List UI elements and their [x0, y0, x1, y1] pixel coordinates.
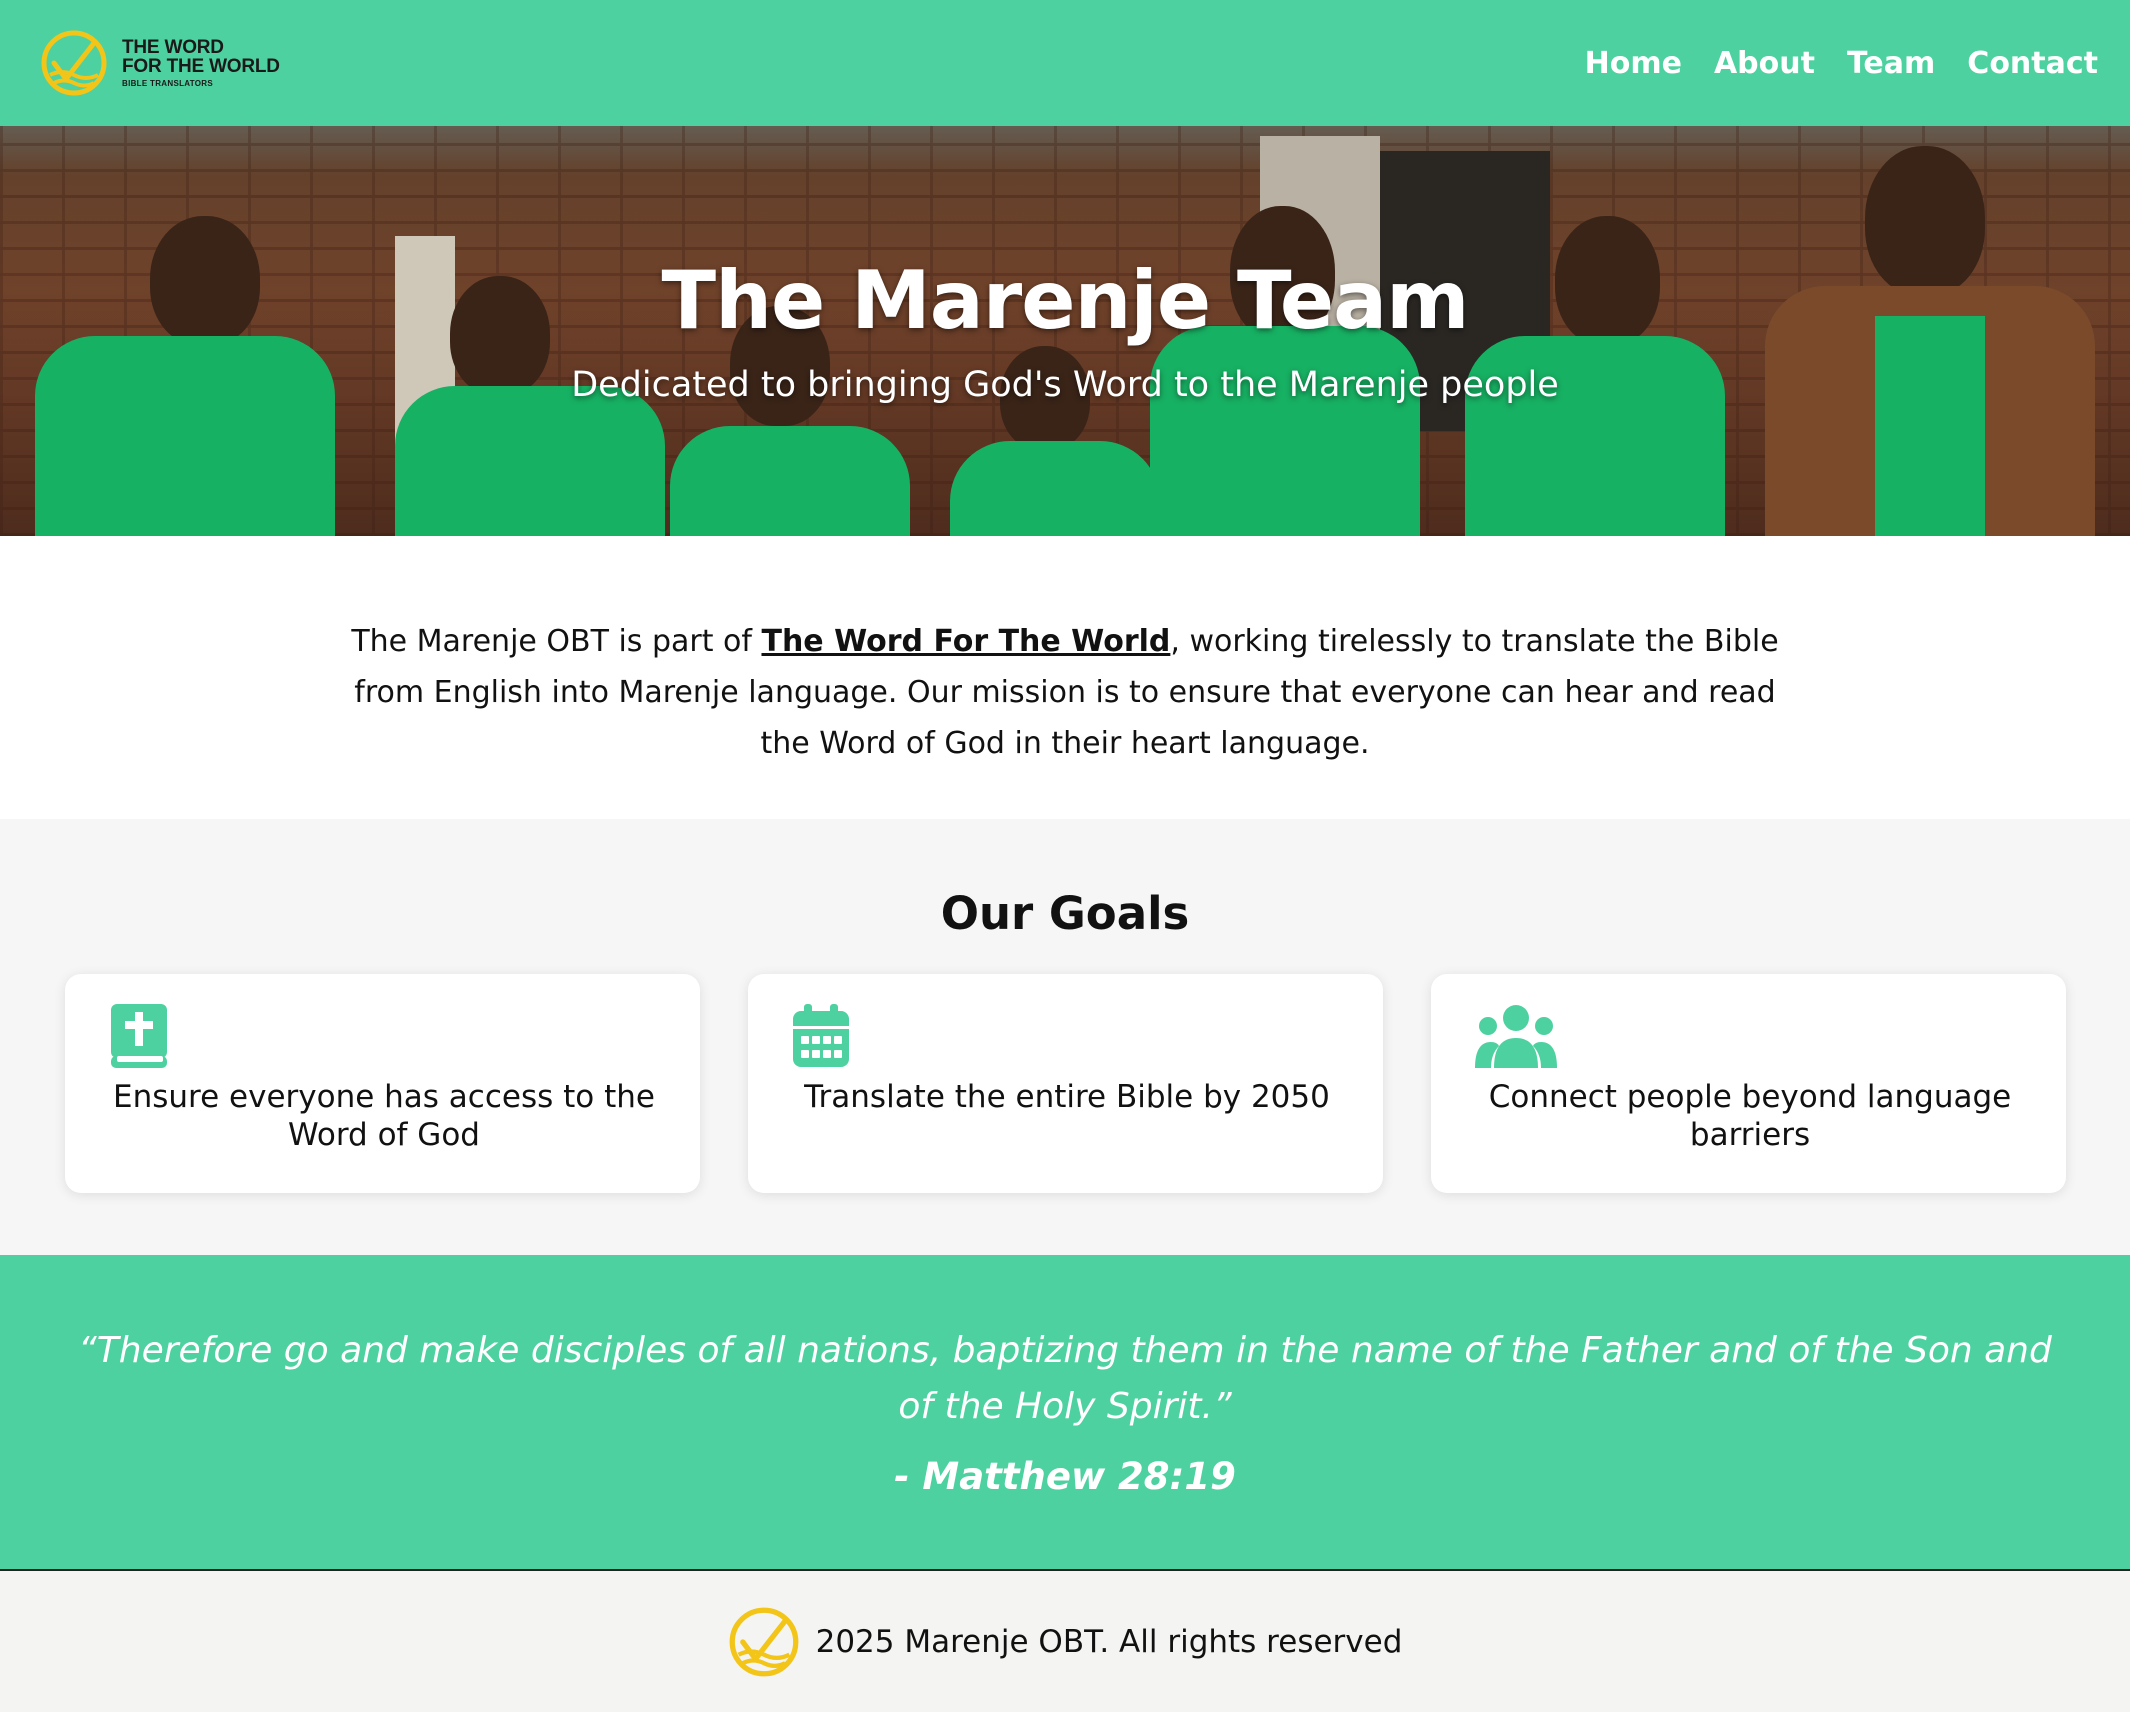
intro-text-before: The Marenje OBT is part of	[351, 624, 762, 659]
goal-text: Connect people beyond language barriers	[1488, 1079, 2012, 1153]
goals-section: Our Goals Ensure everyone has access to …	[0, 819, 2130, 1255]
goals-title: Our Goals	[940, 887, 1190, 940]
hero-banner: The Marenje Team Dedicated to bringing G…	[0, 126, 2130, 536]
site-footer: 2025 Marenje OBT. All rights reserved	[0, 1571, 2130, 1712]
goal-text: Ensure everyone has access to the Word o…	[113, 1079, 655, 1153]
nav-about[interactable]: About	[1714, 46, 1815, 81]
goal-card: Translate the entire Bible by 2050	[747, 974, 1383, 1193]
hero-subtitle: Dedicated to bringing God's Word to the …	[571, 365, 1559, 405]
bible-icon	[110, 1004, 167, 1068]
logo-text: THE WORD FOR THE WORLD BIBLE TRANSLATORS	[122, 38, 280, 88]
nav-contact[interactable]: Contact	[1967, 46, 2098, 81]
people-group-icon	[1474, 1005, 1557, 1068]
calendar-icon	[792, 1004, 849, 1067]
intro-section: The Marenje OBT is part of The Word For …	[0, 536, 2130, 819]
nav-home[interactable]: Home	[1585, 46, 1682, 81]
main-nav: Home About Team Contact	[1585, 46, 2098, 81]
logo-line-2: FOR THE WORLD	[122, 56, 280, 77]
logo-line-3: BIBLE TRANSLATORS	[122, 79, 214, 88]
scripture-quote: “Therefore go and make disciples of all …	[0, 1255, 2130, 1571]
quote-text: “Therefore go and make disciples of all …	[78, 1330, 2052, 1427]
site-header: THE WORD FOR THE WORLD BIBLE TRANSLATORS…	[0, 0, 2130, 126]
logo-icon	[729, 1607, 799, 1676]
logo-line-1: THE WORD	[122, 37, 224, 58]
quote-reference: - Matthew 28:19	[894, 1455, 1236, 1498]
site-logo[interactable]: THE WORD FOR THE WORLD BIBLE TRANSLATORS	[40, 29, 280, 97]
goal-card: Ensure everyone has access to the Word o…	[64, 974, 700, 1193]
nav-team[interactable]: Team	[1847, 46, 1935, 81]
intro-paragraph: The Marenje OBT is part of The Word For …	[335, 616, 1795, 819]
organization-link[interactable]: The Word For The World	[761, 624, 1170, 659]
logo-icon	[41, 30, 107, 96]
hero-title: The Marenje Team	[661, 254, 1470, 347]
hero-content: The Marenje Team Dedicated to bringing G…	[0, 126, 2130, 536]
goals-cards: Ensure everyone has access to the Word o…	[0, 974, 2130, 1193]
goal-card: Connect people beyond language barriers	[1430, 974, 2066, 1193]
copyright-text: 2025 Marenje OBT. All rights reserved	[815, 1623, 1403, 1660]
goal-text: Translate the entire Bible by 2050	[804, 1079, 1330, 1115]
